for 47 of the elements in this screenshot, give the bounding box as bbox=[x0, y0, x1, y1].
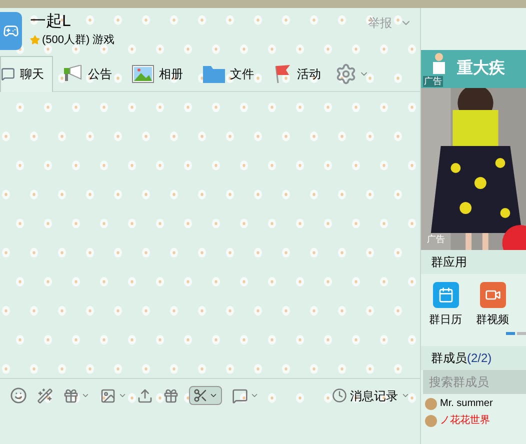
tab[interactable]: 活动 bbox=[264, 56, 331, 92]
upload-icon[interactable] bbox=[137, 388, 153, 404]
scissors-icon bbox=[193, 388, 208, 403]
group-avatar[interactable] bbox=[0, 12, 22, 50]
ad-tag: 广告 bbox=[423, 76, 443, 87]
ad-banner[interactable]: 广告 重大疾 bbox=[421, 50, 526, 88]
search-field[interactable]: 搜索群成员 bbox=[423, 370, 526, 394]
message-icon[interactable] bbox=[232, 388, 248, 404]
settings-icon bbox=[335, 62, 357, 84]
group-name: 一起L bbox=[30, 12, 72, 32]
emoji-icon[interactable] bbox=[10, 387, 27, 404]
magic-wand-icon[interactable] bbox=[37, 388, 53, 404]
gift-icon[interactable] bbox=[163, 388, 179, 404]
banner-text: 重大疾 bbox=[457, 58, 505, 79]
screenshot-button[interactable] bbox=[189, 386, 222, 405]
section-header: 群成员 bbox=[431, 350, 467, 367]
member-count: (2/2) bbox=[467, 350, 492, 367]
tab[interactable]: 相册 bbox=[122, 56, 193, 92]
group-info: (500人群) 游戏 bbox=[42, 33, 115, 48]
section-header: 群应用 bbox=[421, 250, 526, 274]
gift-icon[interactable] bbox=[63, 388, 79, 404]
image-icon[interactable] bbox=[100, 388, 116, 404]
webcam-icon bbox=[480, 282, 506, 308]
folder-icon bbox=[203, 64, 225, 82]
caret-icon[interactable] bbox=[81, 391, 90, 400]
tab[interactable]: 聊天 bbox=[0, 56, 53, 92]
member-name[interactable]: Mr. summer bbox=[440, 396, 493, 411]
star-icon bbox=[30, 35, 40, 46]
ad-tag: 广告 bbox=[427, 232, 445, 246]
app-item[interactable]: 群日历 bbox=[429, 282, 462, 332]
image-icon bbox=[132, 64, 154, 82]
megaphone-icon bbox=[63, 64, 83, 82]
tab[interactable]: 文件 bbox=[193, 56, 264, 92]
avatar bbox=[425, 414, 437, 426]
caret-icon bbox=[209, 391, 218, 400]
caret-icon[interactable] bbox=[250, 391, 259, 400]
chat-icon bbox=[1, 67, 15, 81]
avatar bbox=[425, 398, 437, 410]
caret-icon[interactable] bbox=[118, 391, 127, 400]
gamepad-icon bbox=[3, 23, 19, 39]
caret-icon bbox=[401, 391, 410, 400]
calendar-icon bbox=[432, 282, 458, 308]
app-item[interactable]: 群视频 bbox=[476, 282, 509, 332]
flag-icon bbox=[274, 64, 292, 84]
clock-icon bbox=[332, 388, 347, 403]
history-button[interactable]: 消息记录 bbox=[332, 386, 410, 404]
tab[interactable]: 公告 bbox=[53, 56, 122, 92]
